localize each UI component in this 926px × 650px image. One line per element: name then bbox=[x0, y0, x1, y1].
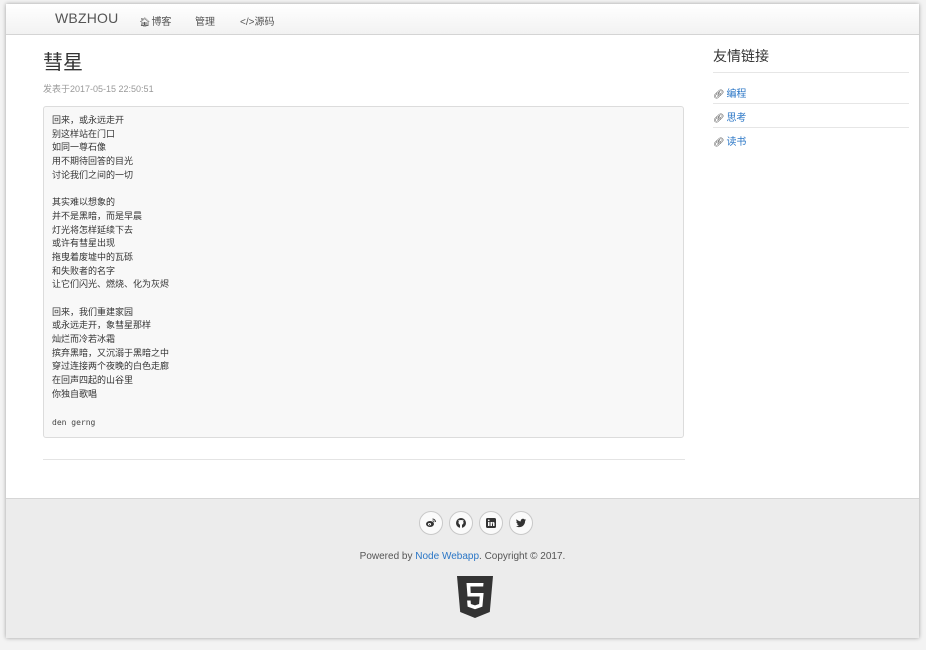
footer: Powered by Node Webapp. Copyright © 2017… bbox=[6, 498, 919, 638]
poem-line: 讨论我们之间的一切 bbox=[52, 169, 134, 180]
post-signature: den gerng bbox=[52, 418, 96, 428]
github-icon bbox=[456, 518, 466, 528]
powered-prefix: Powered by bbox=[359, 551, 416, 562]
nav-item-manage[interactable]: 管理 bbox=[195, 13, 215, 28]
brand-link[interactable]: WBZHOU bbox=[55, 10, 118, 26]
poem-line: 摈弃黑暗，又沉溺于黑暗之中 bbox=[52, 347, 170, 358]
powered-suffix: . Copyright © 2017. bbox=[479, 551, 566, 562]
nav-item-blog-label: 博客 bbox=[151, 17, 172, 28]
weibo-button[interactable] bbox=[419, 511, 443, 535]
nav-item-blog[interactable]: 🏠︎博客 bbox=[139, 13, 171, 28]
linkedin-button[interactable] bbox=[479, 511, 503, 535]
post-title: 彗星 bbox=[43, 52, 83, 74]
browser-page: WBZHOU 🏠︎博客 管理 </>源码 彗星 发表于2017-05-15 22… bbox=[6, 4, 919, 638]
poem-line bbox=[52, 292, 675, 306]
sidebar-link-programming[interactable]: 🔗︎ 编程 bbox=[713, 85, 746, 100]
poem-line: 和失败者的名字 bbox=[52, 265, 116, 276]
node-webapp-link[interactable]: Node Webapp bbox=[415, 551, 479, 562]
link-icon: 🔗︎ bbox=[713, 113, 725, 123]
post-body: 回来，或永远走开 别这样站在门口 如同一尊石像用不期待回答的目光 讨论我们之间的一切其… bbox=[43, 106, 684, 438]
divider bbox=[713, 103, 909, 104]
poem-line: 回来，我们重建家园 bbox=[52, 306, 134, 317]
navbar: WBZHOU 🏠︎博客 管理 </>源码 bbox=[6, 4, 919, 35]
home-icon: 🏠︎ bbox=[139, 17, 151, 27]
poem-line: 灿烂而冷若冰霜 bbox=[52, 334, 116, 344]
nav-item-source[interactable]: </>源码 bbox=[240, 13, 274, 28]
sidebar-link-reading[interactable]: 🔗︎ 读书 bbox=[713, 133, 746, 148]
poem-line: 如同一尊石像 bbox=[52, 142, 107, 153]
linkedin-icon bbox=[486, 518, 496, 528]
weibo-icon bbox=[426, 518, 436, 527]
link-icon: 🔗︎ bbox=[713, 137, 725, 147]
poem-line: 别这样站在门口 bbox=[52, 128, 116, 139]
poem-line bbox=[52, 182, 675, 196]
sidebar-link-label: 读书 bbox=[726, 137, 747, 148]
poem-line: 在回声四起的山谷里 bbox=[52, 375, 134, 386]
sidebar-link-thinking[interactable]: 🔗︎ 思考 bbox=[713, 109, 746, 124]
twitter-icon bbox=[516, 518, 527, 528]
sidebar-link-label: 编程 bbox=[726, 89, 747, 100]
divider bbox=[713, 72, 909, 73]
poem-line: 或永远走开，象彗星那样 bbox=[52, 320, 152, 331]
poem-line: 并不是黑暗，而是早晨 bbox=[52, 210, 143, 221]
poem-line: 或许有彗星出现 bbox=[52, 238, 116, 249]
poem-line: 穿过连接两个夜晚的白色走廊 bbox=[52, 361, 170, 372]
divider bbox=[713, 127, 909, 128]
github-button[interactable] bbox=[449, 511, 473, 535]
link-icon: 🔗︎ bbox=[713, 89, 725, 99]
html5-logo bbox=[457, 576, 493, 618]
poem-line: 用不期待回答的目光 bbox=[52, 156, 134, 167]
poem-line bbox=[52, 401, 675, 415]
poem-line: 灯光将怎样延续下去 bbox=[52, 224, 134, 235]
poem-line: 让它们闪光、燃烧、化为灰烬 bbox=[52, 279, 170, 290]
powered-by-text: Powered by Node Webapp. Copyright © 2017… bbox=[6, 551, 919, 562]
poem-line: 你独自歌唱 bbox=[52, 388, 98, 399]
poem-line: 拖曳着废墟中的瓦砾 bbox=[52, 251, 134, 262]
poem-line: 回来，或永远走开 bbox=[52, 115, 125, 125]
post-meta: 发表于2017-05-15 22:50:51 bbox=[43, 84, 154, 94]
sidebar-link-label: 思考 bbox=[726, 113, 747, 124]
poem-line: 其实难以想象的 bbox=[52, 197, 116, 208]
divider bbox=[43, 459, 685, 460]
sidebar-title: 友情链接 bbox=[713, 48, 769, 64]
twitter-button[interactable] bbox=[509, 511, 533, 535]
